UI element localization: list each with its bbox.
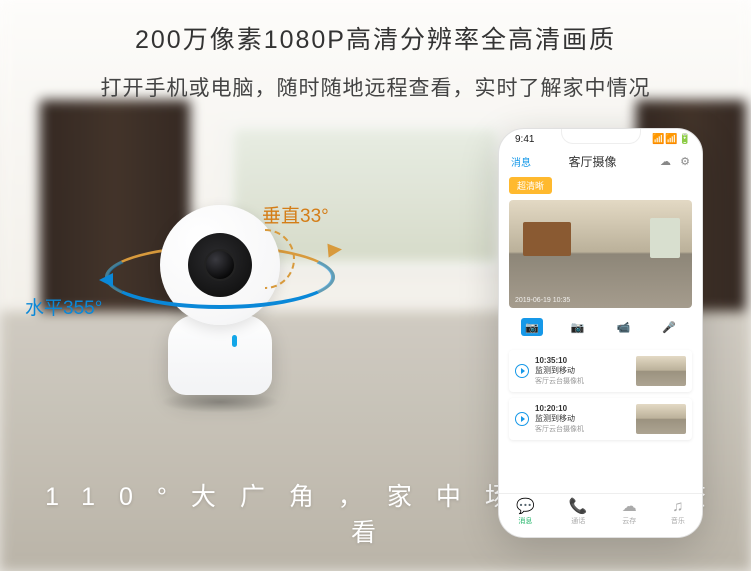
call-icon: 📞 [569, 499, 588, 516]
video-toolbar: 📷 📷 📹 🎤 [499, 314, 702, 344]
tool-snapshot[interactable]: 📷 [521, 318, 543, 336]
headline: 200万像素1080P高清分辨率全高清画质 [0, 20, 751, 56]
camera-led [232, 335, 237, 347]
header-block: 200万像素1080P高清分辨率全高清画质 打开手机或电脑，随时随地远程查看，实… [0, 0, 751, 102]
phone-notch [561, 129, 641, 144]
event-text: 10:35:10 监测到移动 客厅云台摄像机 [535, 356, 636, 386]
music-icon: ♫ [671, 499, 685, 516]
tab-call[interactable]: 📞 通话 [569, 499, 588, 526]
play-icon[interactable] [515, 364, 529, 378]
gear-icon[interactable]: ⚙ [680, 156, 690, 168]
cloud-icon: ☁ [622, 499, 637, 516]
horizontal-angle-label: 水平355° [25, 293, 102, 320]
arrow-horizontal-icon [99, 273, 113, 287]
cloud-icon[interactable]: ☁ [660, 156, 671, 168]
vertical-angle-label: 垂直33° [262, 201, 329, 228]
nav-title: 客厅摄像 [569, 153, 617, 170]
event-thumbnail [636, 356, 686, 386]
tab-music[interactable]: ♫ 音乐 [671, 499, 685, 526]
rotation-ring-front [105, 245, 335, 309]
tab-messages[interactable]: 💬 消息 [516, 499, 535, 526]
nav-action-icons: ☁ ⚙ [654, 155, 690, 168]
camera-illustration: 垂直33° 水平355° [80, 185, 380, 455]
tool-camera[interactable]: 📷 [567, 318, 589, 336]
status-time: 9:41 [515, 134, 534, 145]
camera-base [168, 315, 272, 395]
nav-back[interactable]: 消息 [511, 154, 531, 169]
arrow-vertical-icon [327, 242, 342, 257]
message-icon: 💬 [516, 499, 535, 516]
phone-mockup: 9:41 📶 📶 🔋 消息 客厅摄像 ☁ ⚙ 超清晰 2019-06-19 10… [498, 128, 703, 538]
tab-bar: 💬 消息 📞 通话 ☁ 云存 ♫ 音乐 [499, 493, 702, 537]
tool-mic[interactable]: 🎤 [658, 318, 680, 336]
live-timestamp: 2019-06-19 10:35 [515, 297, 570, 304]
tool-record[interactable]: 📹 [612, 318, 634, 336]
event-text: 10:20:10 监测到移动 客厅云台摄像机 [535, 404, 636, 434]
tab-cloud[interactable]: ☁ 云存 [622, 499, 637, 526]
live-video-preview[interactable]: 2019-06-19 10:35 [509, 200, 692, 308]
play-icon[interactable] [515, 412, 529, 426]
app-nav-bar: 消息 客厅摄像 ☁ ⚙ [499, 145, 702, 176]
event-thumbnail [636, 404, 686, 434]
event-item[interactable]: 10:20:10 监测到移动 客厅云台摄像机 [509, 398, 692, 440]
subheadline: 打开手机或电脑，随时随地远程查看，实时了解家中情况 [0, 72, 751, 102]
event-item[interactable]: 10:35:10 监测到移动 客厅云台摄像机 [509, 350, 692, 392]
status-indicators: 📶 📶 🔋 [652, 134, 690, 145]
quality-badge: 超清晰 [509, 177, 552, 194]
